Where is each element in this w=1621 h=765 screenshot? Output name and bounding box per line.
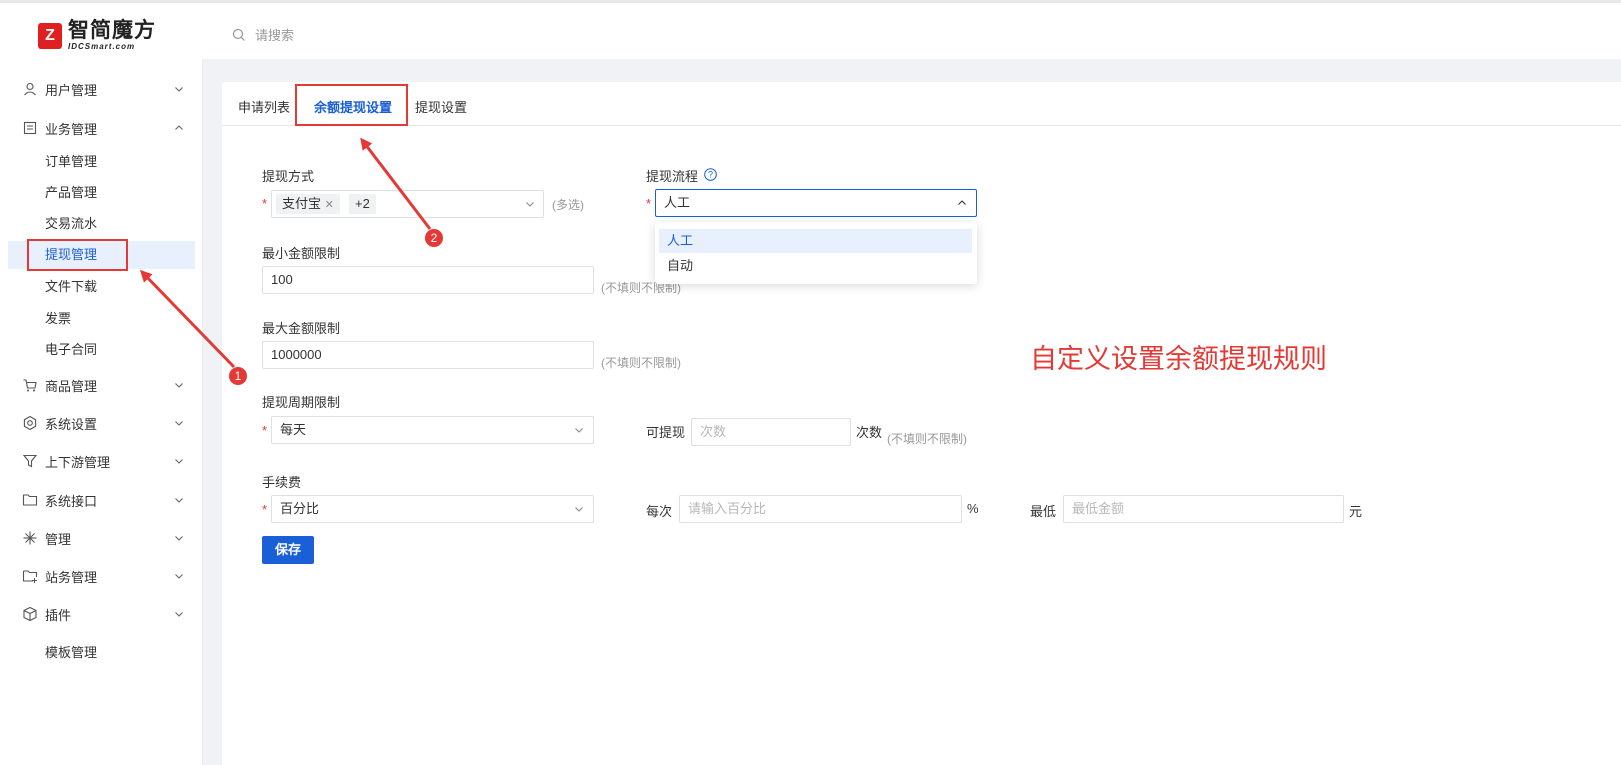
period-select[interactable]: 每天 <box>271 416 594 444</box>
search-input[interactable]: 请搜索 <box>255 25 294 44</box>
tab-withdraw-settings[interactable]: 提现设置 <box>415 97 467 116</box>
logo[interactable]: Z 智简魔方 IDCSmart.com <box>38 20 156 51</box>
sidebar-item-templates[interactable]: 模板管理 <box>45 639 97 667</box>
folder-icon <box>22 494 38 506</box>
chevron-down-icon <box>175 421 183 426</box>
required-mark: * <box>262 196 268 211</box>
chevron-down-icon[interactable] <box>574 504 584 514</box>
cart-icon <box>23 379 37 392</box>
chevron-down-icon <box>175 574 183 579</box>
method-more-tag: +2 <box>349 194 376 214</box>
required-mark: * <box>262 502 268 517</box>
sidebar-group-upstream[interactable]: 上下游管理 <box>0 444 203 478</box>
currency-unit: 元 <box>1349 504 1363 519</box>
max-amount-input[interactable]: 1000000 <box>262 341 594 369</box>
method-label: 提现方式 <box>262 169 315 184</box>
box-icon <box>23 606 37 622</box>
sidebar-item-downloads[interactable]: 文件下载 <box>45 273 97 301</box>
chevron-down-icon <box>175 612 183 617</box>
required-mark: * <box>646 196 652 211</box>
min-amount-label: 最小金额限制 <box>262 246 341 261</box>
flow-select[interactable]: 人工 <box>655 189 977 217</box>
chevron-down-icon <box>175 536 183 541</box>
sidebar-item-contract[interactable]: 电子合同 <box>45 336 97 364</box>
flow-option-manual[interactable]: 人工 <box>659 229 972 253</box>
chevron-down-icon <box>175 498 183 503</box>
min-fee-input[interactable]: 最低金额 <box>1063 495 1344 523</box>
method-tag: 支付宝 ✕ <box>276 194 340 214</box>
sidebar-group-plugins[interactable]: 插件 <box>0 597 203 631</box>
each-label: 每次 <box>646 504 673 519</box>
top-bar: Z 智简魔方 IDCSmart.com 请搜索 <box>0 0 1621 59</box>
close-icon[interactable]: ✕ <box>325 199 334 211</box>
fee-label: 手续费 <box>262 475 302 490</box>
flow-label: 提现流程 <box>646 169 699 184</box>
sidebar-group-label: 上下游管理 <box>45 454 111 470</box>
filter-icon <box>22 454 38 468</box>
sidebar-group-manage[interactable]: 管理 <box>0 521 203 555</box>
gear-icon <box>23 415 37 431</box>
document-icon <box>23 121 37 135</box>
svg-text:?: ? <box>708 170 713 180</box>
sparkle-icon <box>23 531 37 545</box>
flow-dropdown-menu: 人工 自动 <box>655 222 977 284</box>
percent-input[interactable]: 请输入百分比 <box>679 495 962 523</box>
min-amount-input[interactable]: 100 <box>262 266 594 294</box>
logo-text: 智简魔方 <box>68 18 156 42</box>
sidebar-group-api[interactable]: 系统接口 <box>0 483 203 517</box>
chevron-up-icon <box>175 125 183 130</box>
sidebar-group-business[interactable]: 业务管理 <box>0 111 203 145</box>
sidebar-item-orders[interactable]: 订单管理 <box>45 148 97 176</box>
search-box[interactable]: 请搜索 <box>232 25 294 44</box>
sidebar-group-label: 系统接口 <box>45 493 98 509</box>
sidebar-group-site[interactable]: 站务管理 <box>0 559 203 593</box>
min-fee-label: 最低 <box>1030 504 1057 519</box>
sidebar-group-user[interactable]: 用户管理 <box>0 72 203 106</box>
percent-unit: % <box>967 501 979 516</box>
chevron-up-icon[interactable] <box>957 198 967 208</box>
tab-apply-list[interactable]: 申请列表 <box>238 97 290 116</box>
times-suffix: 次数 <box>856 425 883 440</box>
annotation-box-tab <box>295 84 408 126</box>
sidebar-group-label: 系统设置 <box>45 416 98 432</box>
method-hint: (多选) <box>552 198 584 212</box>
max-amount-label: 最大金额限制 <box>262 321 341 336</box>
save-button[interactable]: 保存 <box>262 536 314 564</box>
logo-mark-icon: Z <box>38 22 62 49</box>
sidebar-group-label: 管理 <box>45 531 72 547</box>
annotation-text: 自定义设置余额提现规则 <box>1030 344 1327 375</box>
flow-option-auto[interactable]: 自动 <box>659 254 972 278</box>
chevron-down-icon <box>175 87 183 92</box>
chevron-down-icon[interactable] <box>525 199 535 209</box>
user-icon <box>24 82 36 96</box>
logo-subtext: IDCSmart.com <box>68 42 136 51</box>
annotation-box-sidebar <box>27 239 128 271</box>
sidebar-item-invoice[interactable]: 发票 <box>45 305 71 333</box>
sidebar-group-label: 用户管理 <box>45 82 98 98</box>
fee-type-select[interactable]: 百分比 <box>271 495 594 523</box>
chevron-down-icon[interactable] <box>574 425 584 435</box>
sidebar-group-label: 商品管理 <box>45 378 98 394</box>
times-prefix: 可提现 <box>646 425 686 440</box>
search-icon <box>232 28 245 41</box>
tab-bar: 申请列表 余额提现设置 提现设置 <box>222 82 1621 126</box>
sidebar-group-label: 插件 <box>45 607 72 623</box>
sidebar-group-goods[interactable]: 商品管理 <box>0 368 203 402</box>
help-icon[interactable]: ? <box>704 168 717 181</box>
sidebar-item-products[interactable]: 产品管理 <box>45 179 97 207</box>
sidebar-group-label: 业务管理 <box>45 121 98 137</box>
chevron-down-icon <box>175 459 183 464</box>
max-amount-hint: (不填则不限制) <box>601 356 681 370</box>
folder-plus-icon <box>22 570 38 583</box>
times-input[interactable]: 次数 <box>691 418 851 446</box>
sidebar-group-label: 站务管理 <box>45 569 98 585</box>
sidebar-group-settings[interactable]: 系统设置 <box>0 406 203 440</box>
period-label: 提现周期限制 <box>262 395 341 410</box>
chevron-down-icon <box>175 383 183 388</box>
times-hint: (不填则不限制) <box>887 432 967 446</box>
required-mark: * <box>262 423 268 438</box>
sidebar-item-transactions[interactable]: 交易流水 <box>45 210 97 238</box>
